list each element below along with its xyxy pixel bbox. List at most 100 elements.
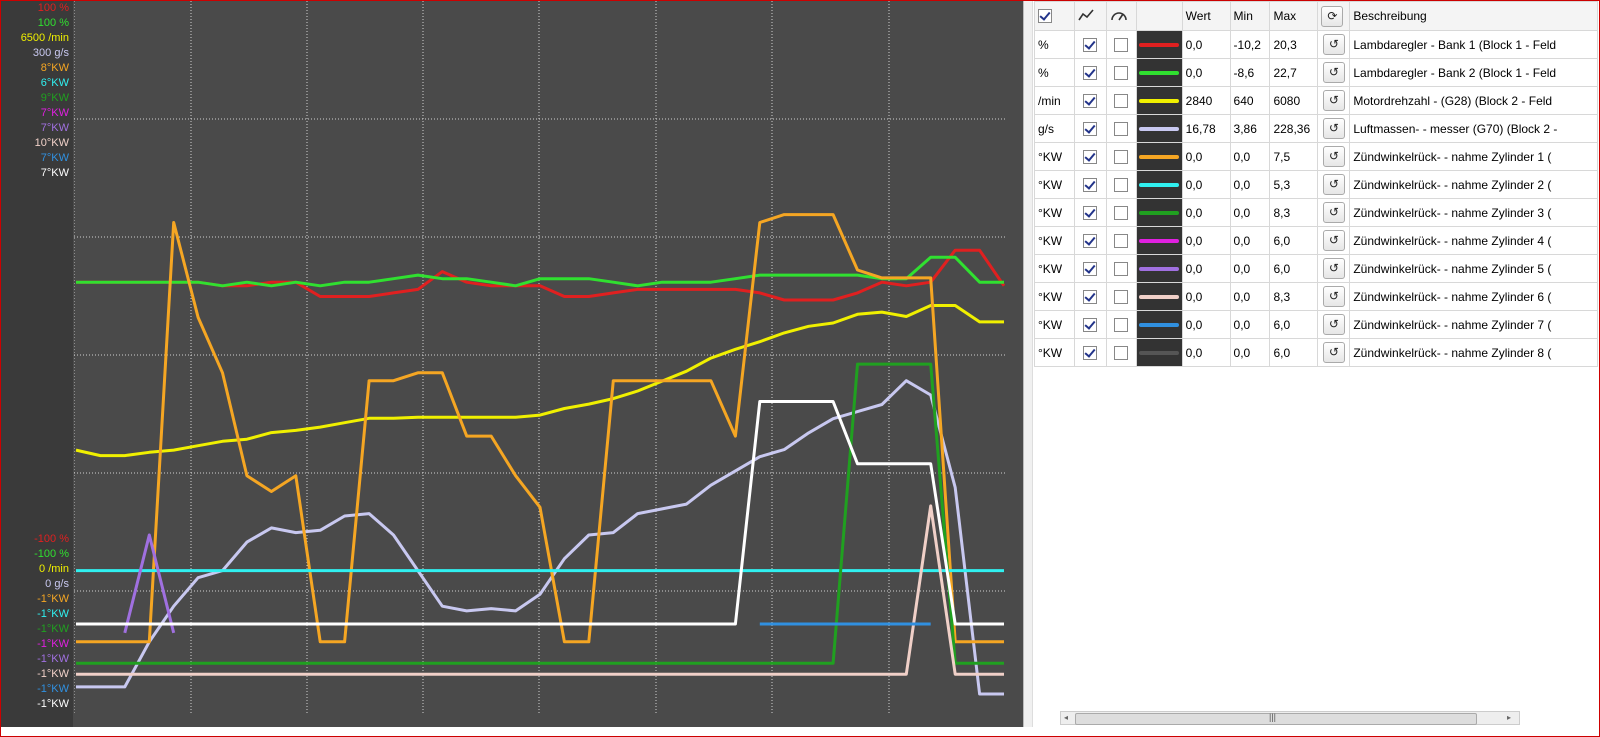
graph-toggle-cell[interactable] (1073, 310, 1107, 339)
color-swatch-cell[interactable] (1135, 170, 1183, 199)
gauge-checkbox[interactable] (1114, 177, 1129, 192)
reset-minmax-icon[interactable]: ↺ (1322, 342, 1345, 363)
graph-toggle-cell[interactable] (1073, 86, 1107, 115)
graph-checkbox[interactable] (1083, 233, 1098, 248)
reset-cell[interactable]: ↺ (1317, 310, 1351, 339)
gauge-toggle-cell[interactable] (1105, 338, 1137, 367)
reset-cell[interactable]: ↺ (1317, 142, 1351, 171)
table-row[interactable]: °KW 0,0 0,0 6,0 ↺ Zündwinkelrück- - nahme Zyl… (1034, 310, 1598, 339)
reset-cell[interactable]: ↺ (1317, 114, 1351, 143)
graph-toggle-cell[interactable] (1073, 226, 1107, 255)
gauge-checkbox[interactable] (1114, 233, 1129, 248)
graph-checkbox[interactable] (1083, 37, 1098, 52)
gauge-toggle-cell[interactable] (1105, 254, 1137, 283)
table-row[interactable]: °KW 0,0 0,0 6,0 ↺ Zündwinkelrück- - nahme Zyl… (1034, 338, 1598, 367)
table-row[interactable]: /min 2840 640 6080 ↺ Motordrehzahl - (G28) (B… (1034, 86, 1598, 115)
graph-toggle-cell[interactable] (1073, 170, 1107, 199)
reset-cell[interactable]: ↺ (1317, 226, 1351, 255)
reset-all-icon[interactable]: ⟳ (1321, 5, 1344, 27)
gauge-toggle-cell[interactable] (1105, 310, 1137, 339)
splitter-handle[interactable] (1023, 1, 1033, 727)
gauge-toggle-cell[interactable] (1105, 170, 1137, 199)
gauge-checkbox[interactable] (1114, 65, 1129, 80)
reset-minmax-icon[interactable]: ↺ (1322, 34, 1345, 55)
color-swatch-cell[interactable] (1135, 86, 1183, 115)
table-row[interactable]: °KW 0,0 0,0 5,3 ↺ Zündwinkelrück- - nahme Zyl… (1034, 170, 1598, 199)
gauge-checkbox[interactable] (1114, 149, 1129, 164)
gauge-checkbox[interactable] (1114, 345, 1129, 360)
reset-minmax-icon[interactable]: ↺ (1322, 90, 1345, 111)
gauge-toggle-cell[interactable] (1105, 114, 1137, 143)
plot-area[interactable] (74, 1, 1006, 713)
reset-cell[interactable]: ↺ (1317, 30, 1351, 59)
graph-toggle-cell[interactable] (1073, 198, 1107, 227)
reset-cell[interactable]: ↺ (1317, 338, 1351, 367)
gauge-checkbox[interactable] (1114, 289, 1129, 304)
graph-toggle-cell[interactable] (1073, 282, 1107, 311)
graph-toggle-cell[interactable] (1073, 254, 1107, 283)
gauge-toggle-cell[interactable] (1105, 142, 1137, 171)
graph-checkbox[interactable] (1083, 345, 1098, 360)
table-row[interactable]: % 0,0 -8,6 22,7 ↺ Lambdaregler - Bank 2 (Bloc… (1034, 58, 1598, 87)
reset-cell[interactable]: ↺ (1317, 254, 1351, 283)
reset-cell[interactable]: ↺ (1317, 198, 1351, 227)
gauge-toggle-cell[interactable] (1105, 198, 1137, 227)
color-swatch-cell[interactable] (1135, 58, 1183, 87)
color-swatch-cell[interactable] (1135, 254, 1183, 283)
color-swatch-cell[interactable] (1135, 30, 1183, 59)
gauge-toggle-cell[interactable] (1105, 282, 1137, 311)
reset-minmax-icon[interactable]: ↺ (1322, 286, 1345, 307)
reset-all-header[interactable]: ⟳ (1317, 1, 1351, 31)
color-swatch-cell[interactable] (1135, 142, 1183, 171)
gauge-checkbox[interactable] (1114, 121, 1129, 136)
graph-checkbox[interactable] (1083, 317, 1098, 332)
color-swatch-cell[interactable] (1135, 226, 1183, 255)
reset-cell[interactable]: ↺ (1317, 86, 1351, 115)
gauge-toggle-cell[interactable] (1105, 30, 1137, 59)
graph-checkbox[interactable] (1083, 205, 1098, 220)
gauge-toggle-cell[interactable] (1105, 226, 1137, 255)
table-row[interactable]: °KW 0,0 0,0 6,0 ↺ Zündwinkelrück- - nahme Zyl… (1034, 254, 1598, 283)
graph-checkbox[interactable] (1083, 65, 1098, 80)
table-row[interactable]: °KW 0,0 0,0 8,3 ↺ Zündwinkelrück- - nahme Zyl… (1034, 198, 1598, 227)
color-swatch-cell[interactable] (1135, 198, 1183, 227)
reset-minmax-icon[interactable]: ↺ (1322, 118, 1345, 139)
table-row[interactable]: °KW 0,0 0,0 8,3 ↺ Zündwinkelrück- - nahme Zyl… (1034, 282, 1598, 311)
scroll-right-icon[interactable]: ▸ (1507, 712, 1511, 724)
graph-toggle-cell[interactable] (1073, 338, 1107, 367)
graph-toggle-cell[interactable] (1073, 30, 1107, 59)
graph-checkbox[interactable] (1083, 93, 1098, 108)
graph-checkbox[interactable] (1083, 149, 1098, 164)
graph-toggle-cell[interactable] (1073, 114, 1107, 143)
color-swatch-cell[interactable] (1135, 310, 1183, 339)
graph-column-header[interactable] (1073, 1, 1107, 31)
gauge-checkbox[interactable] (1114, 317, 1129, 332)
wert-header[interactable]: Wert (1181, 1, 1231, 31)
scroll-thumb[interactable]: ||| (1075, 712, 1477, 725)
reset-minmax-icon[interactable]: ↺ (1322, 314, 1345, 335)
reset-minmax-icon[interactable]: ↺ (1322, 258, 1345, 279)
table-row[interactable]: °KW 0,0 0,0 7,5 ↺ Zündwinkelrück- - nahme Zyl… (1034, 142, 1598, 171)
min-header[interactable]: Min (1229, 1, 1271, 31)
reset-minmax-icon[interactable]: ↺ (1322, 146, 1345, 167)
gauge-toggle-cell[interactable] (1105, 86, 1137, 115)
gauge-checkbox[interactable] (1114, 261, 1129, 276)
gauge-toggle-cell[interactable] (1105, 58, 1137, 87)
table-row[interactable]: % 0,0 -10,2 20,3 ↺ Lambdaregler - Bank 1 (Blo… (1034, 30, 1598, 59)
reset-cell[interactable]: ↺ (1317, 58, 1351, 87)
reset-cell[interactable]: ↺ (1317, 170, 1351, 199)
color-swatch-cell[interactable] (1135, 282, 1183, 311)
color-swatch-cell[interactable] (1135, 114, 1183, 143)
reset-minmax-icon[interactable]: ↺ (1322, 62, 1345, 83)
scroll-left-icon[interactable]: ◂ (1064, 712, 1068, 724)
graph-toggle-cell[interactable] (1073, 142, 1107, 171)
reset-minmax-icon[interactable]: ↺ (1322, 202, 1345, 223)
select-all-header[interactable] (1034, 1, 1075, 31)
reset-minmax-icon[interactable]: ↺ (1322, 230, 1345, 251)
gauge-checkbox[interactable] (1114, 93, 1129, 108)
gauge-checkbox[interactable] (1114, 205, 1129, 220)
graph-toggle-cell[interactable] (1073, 58, 1107, 87)
gauge-column-header[interactable] (1105, 1, 1137, 31)
graph-checkbox[interactable] (1083, 121, 1098, 136)
graph-checkbox[interactable] (1083, 261, 1098, 276)
